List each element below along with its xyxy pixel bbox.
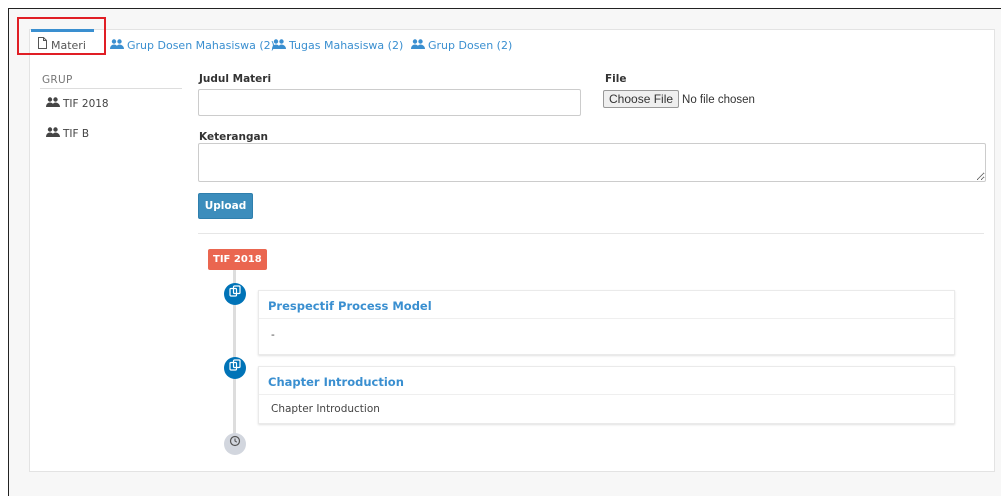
tab-label: Tugas Mahasiswa (2) (289, 39, 404, 52)
timeline-item: Chapter Introduction Chapter Introductio… (258, 366, 955, 424)
timeline-item-title[interactable]: Chapter Introduction (259, 367, 954, 395)
sidebar-item-label: TIF 2018 (63, 98, 109, 110)
tab-highlight-box (17, 17, 106, 55)
keterangan-textarea[interactable] (198, 143, 986, 182)
sidebar-item-tif-2018[interactable]: TIF 2018 (40, 89, 182, 119)
timeline-item-title[interactable]: Prespectif Process Model (259, 291, 954, 319)
users-icon (272, 27, 286, 65)
tab-label: Grup Dosen (2) (428, 39, 513, 52)
clock-icon (224, 433, 246, 455)
judul-label: Judul Materi (199, 73, 272, 85)
timeline-item-body: - (271, 329, 275, 341)
group-sidebar: GRUP TIF 2018 TIF B (40, 63, 182, 149)
tab-label: Grup Dosen Mahasiswa (2) (127, 39, 275, 52)
timeline-item-body: Chapter Introduction (271, 403, 380, 415)
file-input[interactable]: Choose File No file chosen (603, 90, 755, 108)
keterangan-label: Keterangan (199, 131, 269, 143)
file-label: File (605, 73, 627, 85)
copy-icon (224, 357, 246, 379)
upload-button[interactable]: Upload (198, 193, 253, 219)
divider (198, 233, 984, 234)
timeline-item: Prespectif Process Model - (258, 290, 955, 355)
tab-grup-dosen[interactable]: Grup Dosen (2) (411, 27, 512, 61)
choose-file-button[interactable]: Choose File (603, 90, 680, 108)
users-icon (411, 27, 425, 65)
copy-icon (224, 283, 246, 305)
users-icon (110, 27, 124, 65)
timeline-group-label: TIF 2018 (208, 249, 267, 270)
file-status: No file chosen (682, 94, 755, 106)
tab-grup-dosen-mahasiswa[interactable]: Grup Dosen Mahasiswa (2) (110, 27, 275, 61)
tab-tugas-mahasiswa[interactable]: Tugas Mahasiswa (2) (272, 27, 403, 61)
sidebar-item-label: TIF B (63, 128, 90, 140)
users-icon (46, 119, 60, 149)
users-icon (46, 89, 60, 119)
sidebar-heading: GRUP (40, 63, 182, 89)
sidebar-item-tif-b[interactable]: TIF B (40, 119, 182, 149)
judul-input[interactable] (198, 89, 581, 116)
